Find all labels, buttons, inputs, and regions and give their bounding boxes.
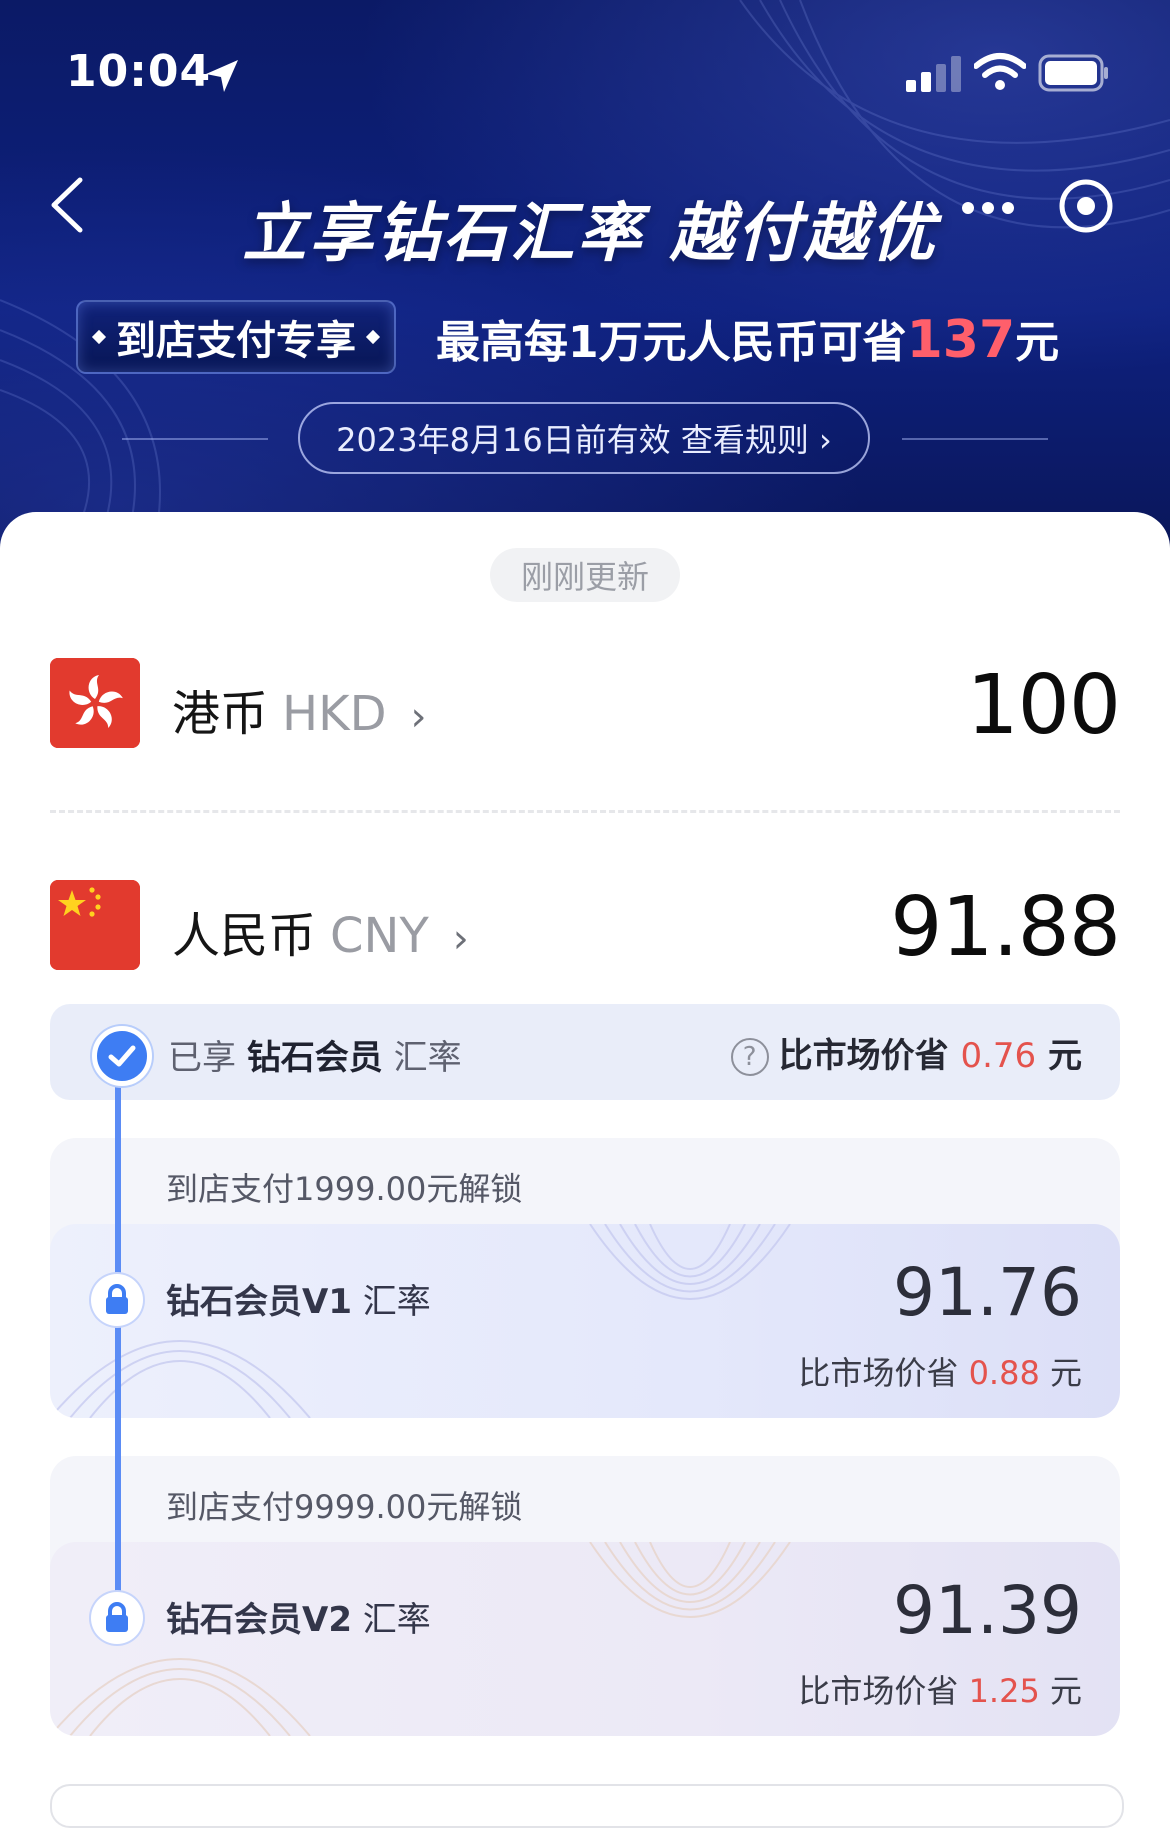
tier-rate-panel: 钻石会员V1 汇率 91.76 比市场价省 0.88 元	[50, 1224, 1120, 1418]
current-tier-label: 已享 钻石会员 汇率	[168, 1030, 462, 1079]
currency-code: HKD	[282, 686, 387, 742]
tier-name: 钻石会员V1 汇率	[166, 1274, 431, 1323]
timeline-line	[115, 1050, 121, 1610]
currency-name: 人民币 CNY ›	[172, 896, 469, 966]
currency-row-to[interactable]: 人民币 CNY › 91.88	[50, 880, 1121, 980]
diamond-right-icon	[365, 329, 381, 345]
current-tier-suffix: 汇率	[393, 1038, 462, 1078]
current-tier-prefix: 已享	[168, 1038, 236, 1078]
hong-kong-flag-icon	[50, 658, 140, 748]
target-icon[interactable]	[1056, 176, 1116, 236]
tier-savings: 比市场价省 0.88 元	[798, 1348, 1082, 1394]
next-section-card	[50, 1784, 1124, 1828]
diamond-left-icon	[91, 329, 107, 345]
tier-card-v1: 到店支付1999.00元解锁 钻石会员V1 汇率 91.76 比市场价省 0.8…	[50, 1138, 1120, 1418]
status-bar: 10:04	[0, 0, 1170, 150]
current-tier-bar: 已享 钻石会员 汇率 ? 比市场价省 0.76 元	[50, 1004, 1120, 1100]
save-amount: 1.25	[968, 1672, 1040, 1710]
amount-input[interactable]: 100	[966, 658, 1121, 753]
more-icon[interactable]	[958, 188, 1018, 228]
lock-icon	[91, 1592, 143, 1644]
divider-line	[122, 438, 268, 440]
tier-card-v2: 到店支付9999.00元解锁 钻石会员V2 汇率 91.39 比市场价省 1.2…	[50, 1456, 1120, 1736]
save-label: 比市场价省	[778, 1036, 949, 1076]
promo-badge-label: 到店支付专享	[116, 318, 356, 364]
updated-badge: 刚刚更新	[490, 548, 680, 602]
promo-prefix: 最高每1万元人民币可省	[436, 317, 907, 368]
battery-icon	[1038, 54, 1108, 92]
promo-text: 最高每1万元人民币可省137元	[436, 306, 1059, 370]
rule-row: 2023年8月16日前有效 查看规则 ›	[0, 400, 1170, 480]
tier-name-suffix: 汇率	[362, 1282, 431, 1322]
currency-name: 港币 HKD ›	[172, 674, 427, 744]
save-label: 比市场价省	[798, 1354, 959, 1392]
china-flag-icon	[50, 880, 140, 970]
currency-code: CNY	[330, 908, 429, 964]
promo-badge: 到店支付专享	[76, 300, 396, 374]
check-icon	[92, 1026, 152, 1086]
save-label: 比市场价省	[798, 1672, 959, 1710]
current-tier-name: 钻石会员	[246, 1038, 383, 1078]
tier-name-bold: 钻石会员V1	[166, 1282, 352, 1322]
currency-row-from[interactable]: 港币 HKD › 100	[50, 658, 1121, 758]
chevron-right-icon: ›	[452, 916, 469, 962]
location-arrow-icon	[206, 60, 238, 92]
promo-amount: 137	[906, 310, 1016, 370]
hero-banner: 10:04 立享钻石汇率 越付越优 到店支付专享 最高每1万元人民币可省137元…	[0, 0, 1170, 560]
tier-name: 钻石会员V2 汇率	[166, 1592, 431, 1641]
save-unit: 元	[1049, 1354, 1082, 1392]
save-unit: 元	[1048, 1036, 1082, 1076]
back-icon[interactable]	[40, 170, 94, 240]
currency-name-cn: 人民币	[172, 908, 317, 964]
tier-name-suffix: 汇率	[362, 1600, 431, 1640]
converted-amount: 91.88	[890, 880, 1121, 975]
current-savings: ? 比市场价省 0.76 元	[730, 1028, 1082, 1077]
divider-line	[902, 438, 1048, 440]
page-title: 立享钻石汇率 越付越优	[242, 196, 938, 271]
tier-rate: 91.76	[893, 1254, 1082, 1331]
save-amount: 0.88	[968, 1354, 1040, 1392]
help-icon[interactable]: ?	[730, 1038, 769, 1076]
save-unit: 元	[1049, 1672, 1082, 1710]
tier-rate: 91.39	[893, 1572, 1082, 1649]
lock-icon	[91, 1274, 143, 1326]
save-amount: 0.76	[960, 1036, 1037, 1076]
chevron-right-icon: ›	[410, 694, 427, 740]
view-rules-button[interactable]: 2023年8月16日前有效 查看规则 ›	[298, 402, 870, 474]
wifi-icon	[974, 53, 1026, 90]
promo-suffix: 元	[1015, 317, 1060, 368]
signal-icon	[906, 56, 961, 92]
dashed-divider	[50, 810, 1120, 813]
currency-name-cn: 港币	[172, 686, 269, 742]
tier-name-bold: 钻石会员V2	[166, 1600, 352, 1640]
tier-savings: 比市场价省 1.25 元	[798, 1666, 1082, 1712]
tier-unlock-text: 到店支付1999.00元解锁	[166, 1170, 523, 1208]
tier-rate-panel: 钻石会员V2 汇率 91.39 比市场价省 1.25 元	[50, 1542, 1120, 1736]
tier-unlock-text: 到店支付9999.00元解锁	[166, 1488, 523, 1526]
status-time: 10:04	[66, 46, 212, 97]
